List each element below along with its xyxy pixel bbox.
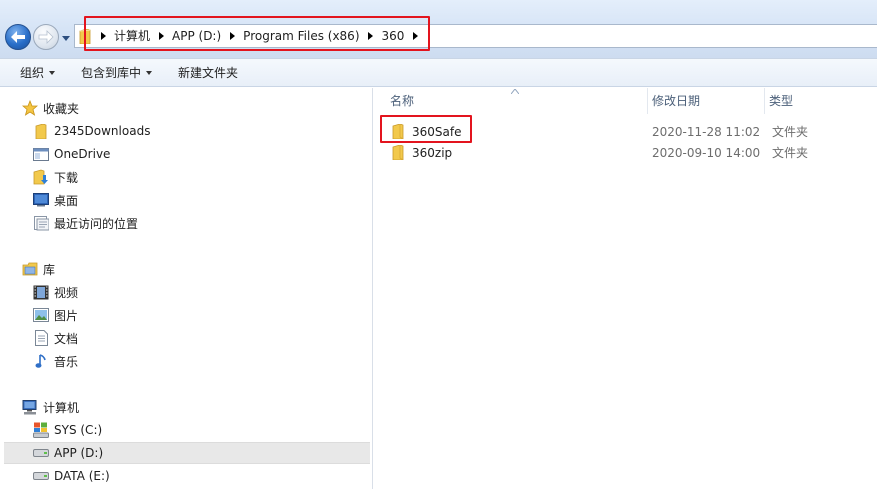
nav-item-label: 桌面 xyxy=(54,193,79,208)
nav-item-label: 文档 xyxy=(54,331,79,346)
nav-item-desktop[interactable]: 桌面 xyxy=(33,189,78,211)
music-note-icon xyxy=(33,353,49,369)
nav-item-music[interactable]: 音乐 xyxy=(33,350,78,372)
column-header-type[interactable]: 类型 xyxy=(765,88,877,114)
nav-item-app-drive[interactable]: APP (D:) xyxy=(4,442,370,464)
nav-item-label: APP (D:) xyxy=(54,446,104,460)
hard-drive-icon xyxy=(33,445,49,461)
file-name[interactable]: 360zip xyxy=(412,146,452,160)
chevron-down-icon xyxy=(146,70,153,75)
nav-computer[interactable]: 计算机 xyxy=(22,396,79,418)
recent-places-icon xyxy=(33,215,49,231)
breadcrumb-separator[interactable] xyxy=(95,25,111,47)
command-bar: 组织 包含到库中 新建文件夹 xyxy=(0,58,877,87)
chevron-down-icon xyxy=(62,35,70,41)
desktop-icon xyxy=(33,192,49,208)
back-button[interactable] xyxy=(5,24,31,50)
forward-button[interactable] xyxy=(33,24,59,50)
breadcrumb-computer[interactable]: 计算机 xyxy=(111,25,153,47)
organize-button[interactable]: 组织 xyxy=(0,61,63,85)
nav-item-label: DATA (E:) xyxy=(54,469,110,483)
breadcrumb-app-drive[interactable]: APP (D:) xyxy=(169,25,224,47)
address-bar[interactable]: 计算机 APP (D:) Program Files (x86) 360 xyxy=(74,24,877,48)
star-icon xyxy=(22,100,38,116)
folder-icon xyxy=(33,123,49,139)
breadcrumb-separator[interactable] xyxy=(224,25,240,47)
folder-icon xyxy=(392,124,408,140)
nav-item-onedrive[interactable]: OneDrive xyxy=(33,143,110,165)
organize-label: 组织 xyxy=(20,66,45,80)
folder-icon xyxy=(392,145,408,161)
file-name[interactable]: 360Safe xyxy=(412,125,461,139)
include-in-library-label: 包含到库中 xyxy=(81,66,142,80)
window-icon xyxy=(33,146,49,162)
computer-icon xyxy=(22,399,38,415)
navigation-pane: 收藏夹 2345Downloads OneDrive 下载 桌面 最近访问的位置… xyxy=(0,88,373,489)
chevron-right-icon xyxy=(229,32,235,40)
arrow-right-icon xyxy=(38,30,54,44)
windows-drive-icon xyxy=(33,422,49,438)
file-type: 文件夹 xyxy=(772,146,809,160)
nav-favorites[interactable]: 收藏夹 xyxy=(22,97,79,119)
file-list: 名称 修改日期 类型 360Safe 2020-11-28 11:02 文件夹 … xyxy=(374,88,877,489)
breadcrumb-separator[interactable] xyxy=(407,25,423,47)
nav-favorites-label: 收藏夹 xyxy=(43,101,80,116)
breadcrumb-separator[interactable] xyxy=(153,25,169,47)
breadcrumb-360[interactable]: 360 xyxy=(379,25,408,47)
nav-computer-label: 计算机 xyxy=(43,400,80,415)
nav-item-pictures[interactable]: 图片 xyxy=(33,304,78,326)
breadcrumb-separator[interactable] xyxy=(363,25,379,47)
new-folder-label: 新建文件夹 xyxy=(178,66,239,80)
folder-icon xyxy=(79,28,95,44)
new-folder-button[interactable]: 新建文件夹 xyxy=(164,61,246,85)
nav-item-2345downloads[interactable]: 2345Downloads xyxy=(33,120,150,142)
nav-item-label: 最近访问的位置 xyxy=(54,216,139,231)
breadcrumb-program-files[interactable]: Program Files (x86) xyxy=(240,25,362,47)
address-strip: 计算机 APP (D:) Program Files (x86) 360 xyxy=(0,0,877,58)
chevron-right-icon xyxy=(368,32,373,40)
file-date: 2020-09-10 14:00 xyxy=(652,145,761,160)
hard-drive-icon xyxy=(33,468,49,484)
column-header-name[interactable]: 名称 xyxy=(386,88,646,114)
recent-locations-button[interactable] xyxy=(61,33,71,43)
nav-item-label: 2345Downloads xyxy=(54,124,151,138)
nav-libraries-label: 库 xyxy=(43,262,56,277)
nav-item-data-drive[interactable]: DATA (E:) xyxy=(33,465,110,487)
file-type: 文件夹 xyxy=(772,125,809,139)
nav-item-label: 图片 xyxy=(54,308,79,323)
column-header-date[interactable]: 修改日期 xyxy=(648,88,763,114)
arrow-left-icon xyxy=(11,31,25,43)
nav-item-label: OneDrive xyxy=(54,147,111,161)
chevron-right-icon xyxy=(412,32,418,40)
nav-item-label: SYS (C:) xyxy=(54,423,103,437)
include-in-library-button[interactable]: 包含到库中 xyxy=(67,61,160,85)
chevron-right-icon xyxy=(158,32,164,40)
file-row[interactable]: 360zip 2020-09-10 14:00 文件夹 xyxy=(382,142,877,163)
nav-item-label: 视频 xyxy=(54,285,79,300)
nav-libraries[interactable]: 库 xyxy=(22,258,55,280)
file-date: 2020-11-28 11:02 xyxy=(652,124,761,139)
nav-item-documents[interactable]: 文档 xyxy=(33,327,78,349)
nav-item-label: 下载 xyxy=(54,170,79,185)
nav-item-sys-drive[interactable]: SYS (C:) xyxy=(33,419,102,441)
document-icon xyxy=(33,330,49,346)
file-row[interactable]: 360Safe 2020-11-28 11:02 文件夹 xyxy=(382,121,877,142)
nav-item-videos[interactable]: 视频 xyxy=(33,281,78,303)
picture-icon xyxy=(33,307,49,323)
library-icon xyxy=(22,261,38,277)
nav-item-recent-places[interactable]: 最近访问的位置 xyxy=(33,212,138,234)
chevron-down-icon xyxy=(49,70,56,75)
download-folder-icon xyxy=(33,169,49,185)
nav-item-label: 音乐 xyxy=(54,354,79,369)
chevron-right-icon xyxy=(100,32,106,40)
nav-item-downloads[interactable]: 下载 xyxy=(33,166,78,188)
video-icon xyxy=(33,284,49,300)
